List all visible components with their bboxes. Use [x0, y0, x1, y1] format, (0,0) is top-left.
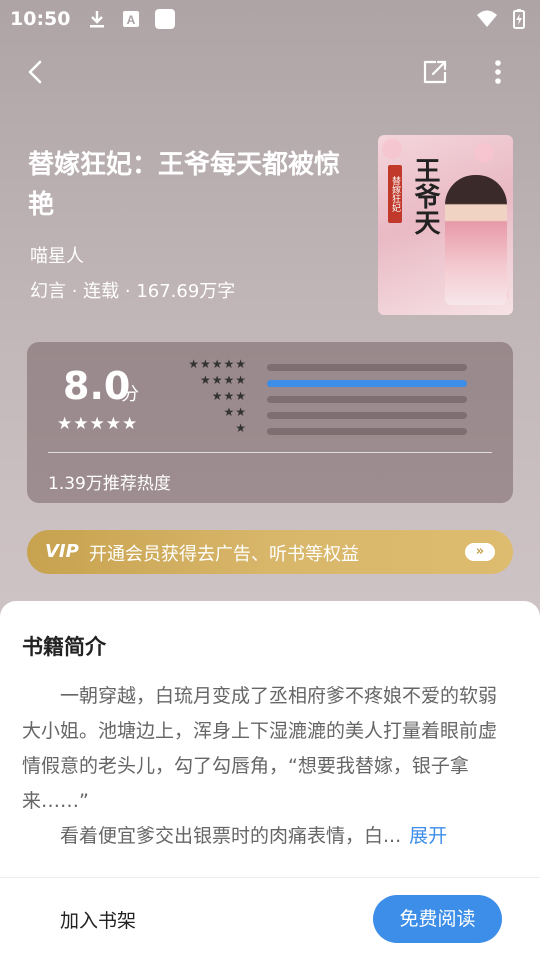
cover-figure: [445, 175, 507, 305]
rating-dist-row: ★★: [173, 405, 473, 422]
dist-stars: ★: [235, 421, 247, 435]
vip-banner[interactable]: VIP 开通会员获得去广告、听书等权益 »: [27, 530, 513, 574]
rating-stars: ★★★★★: [57, 414, 139, 434]
expand-link[interactable]: 展开: [409, 825, 447, 847]
dist-stars: ★★★★★: [188, 357, 247, 371]
bottom-bar: 加入书架 免费阅读: [0, 878, 540, 960]
vip-text: 开通会员获得去广告、听书等权益: [89, 544, 359, 565]
rating-dist-row: ★: [173, 421, 473, 438]
battery-charging-icon: [513, 9, 525, 29]
intro-paragraph-truncated: 看着便宜爹交出银票时的肉痛表情，白... 展开: [22, 819, 514, 854]
book-cover: 替嫁狂妃 王爷天: [378, 135, 513, 315]
cover-badge: 替嫁狂妃: [388, 165, 402, 223]
dist-bar: [267, 364, 467, 371]
chevron-right-icon: »: [465, 543, 495, 561]
cover-flower-decoration: [474, 143, 494, 163]
download-icon: [90, 11, 105, 28]
dist-bar: [267, 412, 467, 419]
intro-sheet: 书籍简介 一朝穿越，白琉月变成了丞相府爹不疼娘不爱的软弱大小姐。池塘边上，浑身上…: [0, 601, 540, 960]
dist-bar: [267, 380, 467, 387]
square-icon: [155, 9, 176, 29]
status-icons-right: [476, 8, 530, 30]
dist-stars: ★★★★: [199, 373, 247, 387]
svg-text:A: A: [127, 13, 136, 27]
rating-dist-row: ★★★★★: [173, 357, 473, 374]
dist-stars: ★★★: [211, 389, 247, 403]
back-icon[interactable]: [20, 56, 52, 88]
cover-flower-decoration: [382, 139, 402, 159]
rating-card: 8.0 分 ★★★★★ ★★★★★ ★★★★ ★★★ ★★ ★ 1.39万推荐热…: [27, 342, 513, 503]
recommend-heat: 1.39万推荐热度: [48, 474, 171, 494]
intro-paragraph: 一朝穿越，白琉月变成了丞相府爹不疼娘不爱的软弱大小姐。池塘边上，浑身上下湿漉漉的…: [22, 685, 498, 812]
rating-dist-row: ★★★★: [173, 373, 473, 390]
status-time: 10:50: [10, 8, 71, 30]
book-meta: 幻言 · 连载 · 167.69万字: [30, 281, 236, 302]
intro-paragraph: 看着便宜爹交出银票时的肉痛表情，白...: [60, 825, 402, 847]
dist-stars: ★★: [223, 405, 247, 419]
free-read-button[interactable]: 免费阅读: [373, 895, 502, 943]
vip-logo: VIP: [45, 541, 79, 562]
book-title: 替嫁狂妃：王爷每天都被惊艳: [28, 150, 341, 220]
book-author[interactable]: 喵星人: [30, 242, 84, 268]
cover-title: 王爷天: [410, 157, 440, 235]
add-to-shelf-button[interactable]: 加入书架: [60, 906, 136, 933]
wifi-icon: [477, 10, 497, 27]
status-icons-left: A: [86, 8, 176, 30]
rating-divider: [48, 452, 492, 453]
share-icon[interactable]: [419, 56, 451, 88]
intro-body: 一朝穿越，白琉月变成了丞相府爹不疼娘不爱的软弱大小姐。池塘边上，浑身上下湿漉漉的…: [22, 679, 514, 854]
toolbar: [0, 48, 540, 96]
rating-unit: 分: [121, 384, 139, 405]
intro-title: 书籍简介: [22, 635, 106, 659]
dist-bar: [267, 428, 467, 435]
dist-bar: [267, 396, 467, 403]
a-icon: A: [123, 11, 140, 27]
more-icon[interactable]: [484, 56, 512, 88]
rating-dist-row: ★★★: [173, 389, 473, 406]
status-bar: 10:50 A: [0, 0, 540, 38]
dist-fill: [267, 380, 467, 387]
